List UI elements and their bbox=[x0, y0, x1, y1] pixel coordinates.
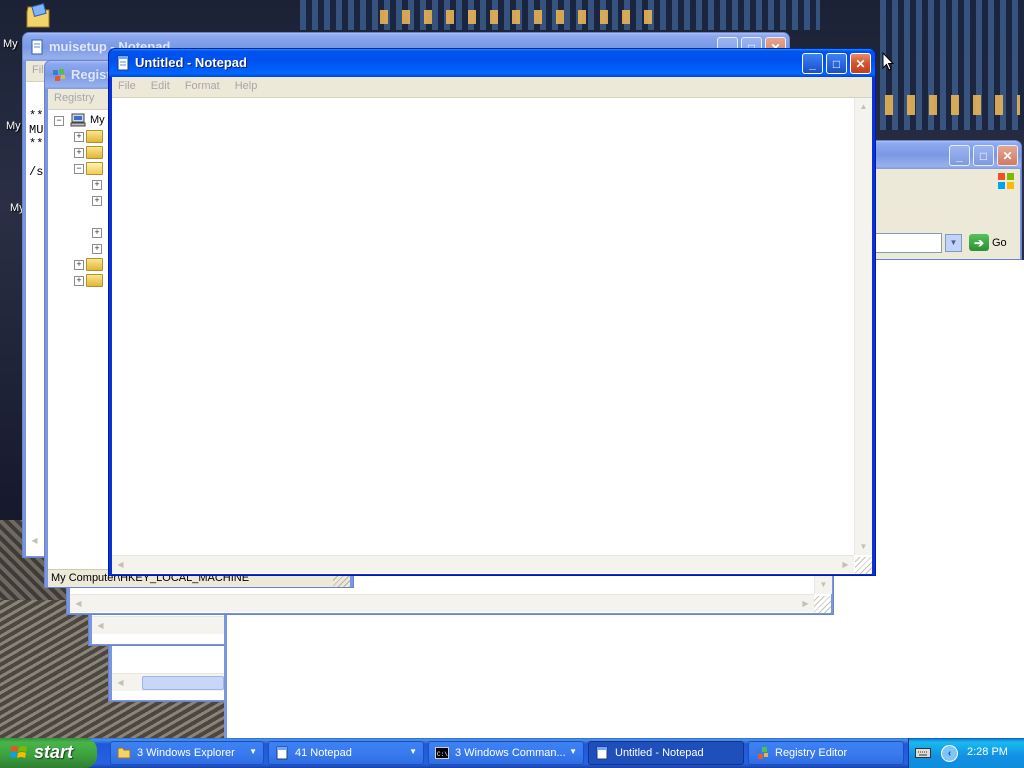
notepad-icon bbox=[596, 746, 608, 760]
horizontal-scrollbar[interactable]: ◀ ▶ bbox=[70, 594, 814, 612]
task-windows-explorer[interactable]: 3 Windows Explorer ▼ bbox=[110, 741, 264, 765]
task-label: Untitled - Notepad bbox=[615, 747, 704, 759]
open-folder-icon bbox=[86, 162, 103, 175]
notepad-titlebar[interactable]: Untitled - Notepad _ □ ✕ bbox=[109, 49, 875, 77]
folder-icon bbox=[117, 747, 131, 759]
collapse-toggle[interactable]: − bbox=[54, 116, 64, 126]
expand-toggle[interactable]: + bbox=[74, 260, 84, 270]
notepad-text-area[interactable]: ▲ ▼ ◀ ▶ bbox=[112, 98, 872, 574]
clock[interactable]: 2:28 PM bbox=[967, 746, 1008, 758]
desktop-folder-icon[interactable] bbox=[24, 2, 52, 30]
computer-icon bbox=[70, 113, 86, 127]
start-label: start bbox=[34, 742, 74, 762]
scroll-right-arrow[interactable]: ▶ bbox=[837, 556, 854, 573]
horizontal-scrollbar[interactable]: ◀ bbox=[112, 673, 229, 691]
tree-root-label: My bbox=[90, 114, 105, 126]
keyboard-icon[interactable] bbox=[915, 747, 931, 759]
windows-logo-icon bbox=[10, 746, 27, 758]
scroll-left-arrow[interactable]: ◀ bbox=[92, 617, 109, 634]
close-button[interactable]: ✕ bbox=[997, 145, 1018, 166]
scroll-left-arrow[interactable]: ◀ bbox=[112, 556, 129, 573]
expand-toggle[interactable]: + bbox=[74, 148, 84, 158]
scroll-up-arrow[interactable]: ▲ bbox=[855, 98, 872, 115]
notepad-icon bbox=[117, 55, 129, 71]
window-title: Regist bbox=[71, 67, 111, 82]
group-arrow-icon: ▼ bbox=[569, 747, 577, 756]
expand-toggle[interactable]: + bbox=[92, 180, 102, 190]
show-hidden-icons-button[interactable]: ‹ bbox=[941, 745, 958, 762]
windows-flag-icon bbox=[998, 173, 1014, 189]
task-untitled-notepad[interactable]: Untitled - Notepad bbox=[588, 741, 744, 765]
svg-text:C:\: C:\ bbox=[437, 751, 448, 758]
maximize-button[interactable]: □ bbox=[973, 145, 994, 166]
notepad-icon bbox=[276, 746, 288, 760]
menu-format[interactable]: Format bbox=[179, 77, 226, 92]
scroll-thumb[interactable] bbox=[142, 676, 224, 690]
scroll-down-arrow[interactable]: ▼ bbox=[815, 576, 832, 593]
system-tray: ‹ 2:28 PM bbox=[908, 738, 1024, 768]
expand-toggle[interactable]: + bbox=[92, 228, 102, 238]
scroll-left-arrow[interactable]: ◀ bbox=[70, 595, 87, 612]
task-registry-editor[interactable]: Registry Editor bbox=[748, 741, 904, 765]
group-arrow-icon: ▼ bbox=[409, 747, 417, 756]
task-label: 3 Windows Explorer bbox=[137, 747, 235, 759]
horizontal-scrollbar[interactable]: ◀ ▶ bbox=[112, 555, 854, 573]
minimize-button[interactable]: _ bbox=[802, 53, 823, 74]
scroll-left-arrow[interactable]: ◀ bbox=[112, 674, 129, 691]
task-label: 3 Windows Comman... bbox=[455, 747, 566, 759]
wallpaper-lights bbox=[380, 10, 660, 24]
folder-icon bbox=[86, 274, 103, 287]
mouse-cursor-icon bbox=[882, 52, 894, 71]
task-notepad-group[interactable]: 41 Notepad ▼ bbox=[268, 741, 424, 765]
start-button[interactable]: start bbox=[0, 738, 97, 768]
explorer-tree-pane[interactable] bbox=[224, 610, 433, 738]
scroll-left-arrow[interactable]: ◀ bbox=[26, 533, 43, 550]
task-command-prompt[interactable]: C:\ 3 Windows Comman... ▼ bbox=[428, 741, 584, 765]
folder-icon bbox=[86, 130, 103, 143]
folder-icon bbox=[86, 146, 103, 159]
scroll-down-arrow[interactable]: ▼ bbox=[855, 538, 872, 555]
expand-toggle[interactable]: + bbox=[74, 276, 84, 286]
notepad-icon bbox=[31, 39, 43, 55]
regedit-icon bbox=[53, 69, 65, 81]
minimize-button[interactable]: _ bbox=[949, 145, 970, 166]
untitled-notepad-window[interactable]: Untitled - Notepad _ □ ✕ File Edit Forma… bbox=[108, 48, 876, 576]
resize-grip[interactable] bbox=[814, 596, 831, 613]
expand-toggle[interactable]: + bbox=[92, 244, 102, 254]
task-label: 41 Notepad bbox=[295, 747, 352, 759]
menubar: File Edit Format Help bbox=[112, 77, 872, 98]
close-button[interactable]: ✕ bbox=[850, 53, 871, 74]
resize-grip[interactable] bbox=[855, 557, 872, 574]
taskbar: start 3 Windows Explorer ▼ 41 Notepad ▼ … bbox=[0, 738, 1024, 768]
wallpaper-lights bbox=[885, 95, 1020, 115]
task-label: Registry Editor bbox=[775, 747, 848, 759]
horizontal-scrollbar[interactable]: ◀ bbox=[92, 616, 230, 634]
vertical-scrollbar[interactable]: ▲ ▼ bbox=[854, 98, 872, 555]
folder-icon bbox=[86, 258, 103, 271]
window-title: Untitled - Notepad bbox=[135, 55, 247, 70]
menu-file[interactable]: File bbox=[112, 77, 142, 92]
expand-toggle[interactable]: + bbox=[74, 132, 84, 142]
menu-registry[interactable]: Registry bbox=[48, 89, 100, 104]
address-dropdown-button[interactable]: ▼ bbox=[945, 234, 962, 252]
expand-toggle[interactable]: + bbox=[92, 196, 102, 206]
cmd-icon: C:\ bbox=[435, 747, 449, 759]
desktop-icon-label[interactable]: My bbox=[3, 38, 18, 50]
go-arrow-icon[interactable]: ➔ bbox=[969, 234, 989, 251]
regedit-icon bbox=[756, 747, 768, 759]
maximize-button[interactable]: □ bbox=[826, 53, 847, 74]
collapse-toggle[interactable]: − bbox=[74, 164, 84, 174]
go-button-label[interactable]: Go bbox=[992, 237, 1007, 249]
title-prefix: muisetup bbox=[49, 39, 107, 54]
scroll-right-arrow[interactable]: ▶ bbox=[797, 595, 814, 612]
menu-help[interactable]: Help bbox=[229, 77, 264, 92]
menu-edit[interactable]: Edit bbox=[145, 77, 176, 92]
group-arrow-icon: ▼ bbox=[249, 747, 257, 756]
desktop-icon-label[interactable]: My bbox=[6, 120, 21, 132]
